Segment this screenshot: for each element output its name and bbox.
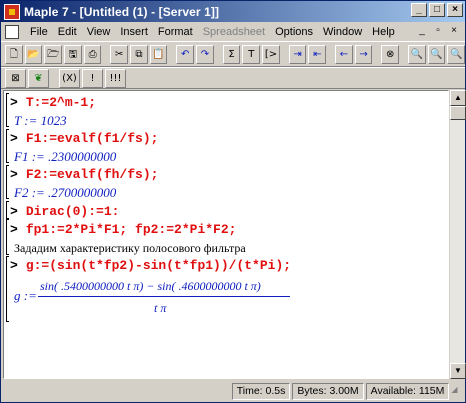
scroll-down-button[interactable]: ▼	[450, 363, 466, 379]
prompt-symbol: >	[10, 95, 18, 110]
input-line: > T:=2^m-1;	[10, 95, 96, 110]
menu-file[interactable]: File	[25, 26, 53, 38]
outdent-icon[interactable]: ⇤	[308, 44, 327, 64]
close-button[interactable]: ×	[447, 3, 463, 17]
menu-format[interactable]: Format	[153, 26, 198, 38]
maple-input[interactable]: F2:=evalf(fh/fs);	[26, 167, 159, 182]
text-paragraph: Зададим характеристику полосового фильтр…	[14, 241, 246, 255]
menu-window[interactable]: Window	[318, 26, 367, 38]
menu-insert[interactable]: Insert	[115, 26, 153, 38]
fraction-denominator: t π	[154, 301, 167, 315]
scroll-thumb[interactable]	[450, 106, 466, 120]
stop-icon[interactable]: ⊗	[381, 44, 400, 64]
execution-group-bracket[interactable]	[6, 93, 9, 127]
status-time: Time: 0.5s	[231, 383, 291, 400]
doc-close-button[interactable]: ×	[447, 25, 461, 38]
fraction-bar	[38, 296, 290, 297]
menu-help[interactable]: Help	[367, 26, 400, 38]
redo-icon[interactable]: ↷	[196, 44, 214, 64]
save-icon[interactable]: 🖫	[64, 44, 82, 64]
title-bar[interactable]: Maple 7 - [Untitled (1) - [Server 1]] _ …	[1, 1, 465, 22]
input-line: > F2:=evalf(fh/fs);	[10, 167, 158, 182]
execute-all-icon[interactable]: !!!	[105, 68, 126, 88]
menu-view[interactable]: View	[82, 26, 116, 38]
output-line: T := 1023	[14, 113, 67, 128]
input-line: > g:=(sin(t*fp2)-sin(t*fp1))/(t*Pi);	[10, 258, 291, 273]
scroll-up-button[interactable]: ▲	[450, 90, 466, 106]
document-controls: _ ▫ ×	[415, 25, 461, 38]
fraction-numerator: sin( .5400000000 t π) − sin( .4600000000…	[40, 279, 261, 293]
menu-spreadsheet[interactable]: Spreadsheet	[198, 26, 270, 38]
doc-minimize-button[interactable]: _	[415, 25, 429, 38]
new-icon[interactable]: 🗋	[5, 44, 23, 64]
window-title: Maple 7 - [Untitled (1) - [Server 1]]	[24, 4, 220, 19]
prompt-symbol: >	[10, 204, 18, 219]
maple-leaf-icon[interactable]: ❦	[28, 68, 49, 88]
insert-math-icon[interactable]: Σ	[222, 44, 241, 64]
prompt-symbol: >	[10, 131, 18, 146]
menu-options[interactable]: Options	[270, 26, 318, 38]
maple-input[interactable]: T:=2^m-1;	[26, 95, 96, 110]
zoom-fit-icon[interactable]: 🔍	[447, 44, 466, 64]
copy-icon[interactable]: ⧉	[130, 44, 148, 64]
indent-icon[interactable]: ⇥	[288, 44, 307, 64]
execution-group-bracket[interactable]	[6, 129, 9, 163]
output-line: F1 := .2300000000	[14, 149, 117, 164]
maple-input[interactable]: F1:=evalf(f1/fs);	[26, 131, 159, 146]
status-bytes: Bytes: 3.00M	[292, 383, 364, 400]
context-toolbar: ⊠ ❦ (X)!!!!	[1, 67, 465, 89]
menu-items: File Edit View Insert Format Spreadsheet Optio…	[25, 26, 400, 38]
window-controls: _ □ ×	[411, 3, 463, 17]
zoom-out-icon[interactable]: 🔍	[427, 44, 446, 64]
text-mode-icon[interactable]: ⊠	[5, 68, 26, 88]
doc-restore-button[interactable]: ▫	[431, 25, 445, 38]
worksheet[interactable]: > T:=2^m-1; T := 1023 > F1:=evalf(f1/fs); F1 …	[3, 90, 449, 379]
prompt-symbol: >	[10, 167, 18, 182]
input-line: > fp1:=2*Pi*F1; fp2:=2*Pi*F2;	[10, 222, 236, 237]
maple-window: Maple 7 - [Untitled (1) - [Server 1]] _ …	[0, 0, 466, 403]
cut-icon[interactable]: ✂	[110, 44, 129, 64]
status-available: Available: 115M	[365, 383, 450, 400]
undo-icon[interactable]: ↶	[176, 44, 195, 64]
maple-input[interactable]: Dirac(0):=1:	[26, 204, 120, 219]
execute-icon[interactable]: !	[82, 68, 103, 88]
maximize-button[interactable]: □	[429, 3, 445, 17]
vertical-scrollbar[interactable]: ▲ ▼	[449, 90, 466, 379]
menu-bar: File Edit View Insert Format Spreadsheet Optio…	[1, 22, 465, 41]
forward-icon[interactable]: →	[354, 44, 373, 64]
insert-text-icon[interactable]: T	[242, 44, 261, 64]
open-url-icon[interactable]: 🗁	[44, 44, 63, 64]
resize-grip[interactable]: ◢	[451, 385, 464, 399]
back-icon[interactable]: ←	[335, 44, 353, 64]
output-lhs: g :=	[14, 288, 37, 303]
output-line: F2 := .2700000000	[14, 185, 117, 200]
minimize-button[interactable]: _	[411, 3, 427, 17]
prompt-symbol: >	[10, 258, 18, 273]
document-icon[interactable]	[5, 24, 19, 39]
main-toolbar: 🗋 📂 🗁 🖫 ⎙ ✂ ⧉ 📋 ↶ ↷ Σ T [> ⇥ ⇤ ← → ⊗ 🔍 🔍 🔍	[1, 41, 466, 67]
zoom-in-icon[interactable]: 🔍	[408, 44, 426, 64]
maple-input[interactable]: fp1:=2*Pi*F1; fp2:=2*Pi*F2;	[26, 222, 237, 237]
paste-icon[interactable]: 📋	[149, 44, 168, 64]
input-line: > F1:=evalf(f1/fs);	[10, 131, 158, 146]
open-icon[interactable]: 📂	[24, 44, 43, 64]
maple-input[interactable]: g:=(sin(t*fp2)-sin(t*fp1))/(t*Pi);	[26, 258, 291, 273]
menu-edit[interactable]: Edit	[53, 26, 82, 38]
execution-group-bracket[interactable]	[6, 165, 9, 199]
maple-app-icon[interactable]	[4, 3, 20, 20]
insert-prompt-icon[interactable]: [>	[262, 44, 280, 64]
execution-group-bracket[interactable]	[6, 219, 9, 255]
standard-math-icon[interactable]: (X)	[59, 68, 80, 88]
print-icon[interactable]: ⎙	[83, 44, 102, 64]
input-line: > Dirac(0):=1:	[10, 204, 119, 219]
execution-group-bracket[interactable]	[6, 201, 9, 219]
prompt-symbol: >	[10, 222, 18, 237]
execution-group-bracket[interactable]	[6, 256, 9, 322]
status-bar: Time: 0.5s Bytes: 3.00M Available: 115M …	[1, 381, 465, 402]
